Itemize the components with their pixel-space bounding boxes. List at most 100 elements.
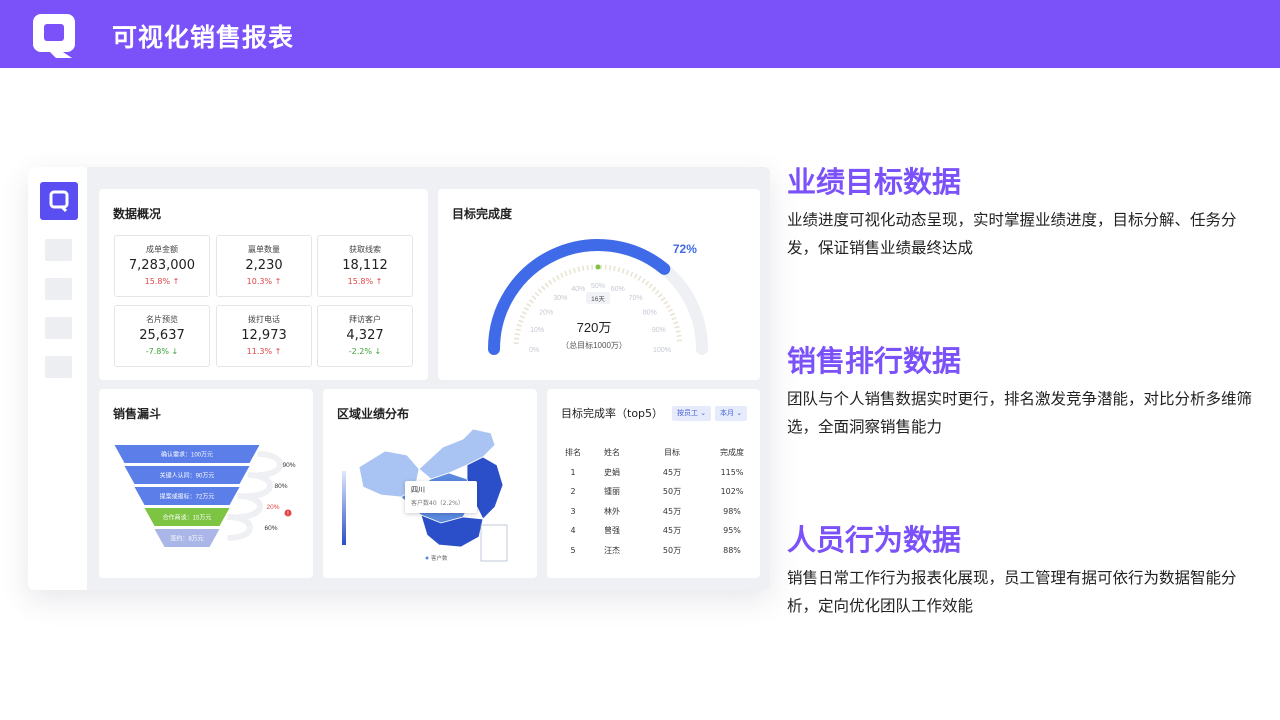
table-cell: 50万 (662, 487, 682, 497)
overview-title: 数据概况 (113, 207, 162, 221)
kpi-value: 25,637 (139, 328, 185, 343)
map-tooltip-title: 四川 (411, 486, 425, 494)
gauge-tick-label: 100% (653, 347, 671, 354)
kpi-label: 拨打电话 (248, 315, 280, 324)
kpi-label: 获取线索 (349, 245, 381, 254)
funnel-stage-label: 签约：8万元 (170, 535, 203, 543)
funnel-rate: 60% (264, 525, 277, 532)
kpi-box[interactable]: 获取线索 18,112 15.8% ↑ (317, 235, 413, 297)
table-cell: 115% (720, 467, 744, 477)
gauge-target: （总目标1000万） (561, 340, 627, 350)
dashboard-logo-icon (40, 182, 78, 220)
gauge-days: 16天 (591, 295, 605, 303)
ranking-title: 目标完成率（top5） (561, 407, 664, 420)
map-tooltip-text: 客户数40（2.2%） (411, 500, 464, 507)
table-cell: 汪杰 (604, 545, 620, 555)
feature-section: 人员行为数据销售日常工作行为报表化展现，员工管理有据可依行为数据智能分析，定向优… (787, 522, 1257, 620)
funnel-connector (247, 472, 273, 499)
filter-employee-dropdown[interactable]: 按员工 ⌄ (672, 406, 712, 421)
arrow-up-icon: ↑ (274, 347, 282, 356)
gauge-tick-label: 40% (571, 286, 585, 293)
gauge-chart: 0% 10% 20%30% 40% 50% 60% 70%80% 90% 100% 72% 16天 7… (488, 239, 708, 355)
table-cell: 3 (570, 506, 576, 516)
feature-title: 销售排行数据 (787, 344, 962, 378)
gauge-tick-label: 50% (591, 283, 605, 290)
feature-section: 业绩目标数据 业绩进度可视化动态呈现，实时掌握业绩进度，目标分解、任务分发，保证销… (787, 164, 1257, 262)
gauge-tick-label: 0% (529, 347, 539, 354)
table-cell: 曾强 (604, 526, 620, 536)
kpi-box[interactable]: 赢单数量 2,230 10.3% ↑ (216, 235, 312, 297)
table-cell: 5 (570, 545, 576, 555)
table-cell: 史娟 (604, 467, 620, 477)
kpi-box[interactable]: 拨打电话 12,973 11.3% ↑ (216, 305, 312, 367)
gauge-card: 目标完成度 0% 10% 20% 30% 40% 50% 60% 70% 80% 90% 100% 7… (438, 189, 760, 380)
sidebar-item[interactable] (45, 356, 72, 378)
kpi-value: 4,327 (346, 328, 384, 343)
app-logo-icon (33, 14, 75, 58)
app-title: 可视化销售报表 (112, 23, 295, 52)
table-cell: 45万 (662, 467, 682, 477)
table-header: 排名 姓名 目标 完成度 (560, 443, 758, 463)
ranking-card: 目标完成率（top5） 按员工 ⌄ 本月 ⌄ 排名 姓名 目标 完成度 1 史娟 45万 11… (547, 389, 760, 578)
table-cell: 45万 (662, 526, 682, 536)
arrow-up-icon: ↑ (375, 277, 383, 286)
table-cell: 98% (723, 506, 741, 516)
kpi-box[interactable]: 名片预览 25,637 -7.8% ↓ (114, 305, 210, 367)
funnel-rate: 20% (266, 504, 279, 511)
kpi-box[interactable]: 成单金额 7,283,000 15.8% ↑ (114, 235, 210, 297)
kpi-label: 成单金额 (146, 245, 178, 254)
gauge-marker (595, 264, 601, 270)
feature-description: 团队与个人销售数据实时更行，排名激发竞争潜能，对比分析多维筛选，全面洞察销售能力 (787, 390, 1253, 436)
kpi-change: -2.2% ↓ (348, 347, 382, 356)
filter-period-dropdown[interactable]: 本月 ⌄ (715, 406, 748, 421)
funnel-rate: 90% (282, 462, 295, 469)
table-cell: 95% (723, 526, 741, 536)
funnel-stage-label: 关键人认同：90万元 (160, 472, 215, 480)
overview-card: 数据概况 成单金额 7,283,000 15.8% ↑ 赢单数量 2,230 10.3% … (99, 189, 428, 380)
feature-description: 销售日常工作行为报表化展现，员工管理有据可依行为数据智能分析，定向优化团队工作效… (787, 569, 1237, 615)
top-bar: 可视化销售报表 (0, 0, 1280, 68)
kpi-change: -7.8% ↓ (145, 347, 179, 356)
gauge-tick-label: 70% (629, 295, 643, 302)
feature-title: 业绩目标数据 (787, 165, 962, 199)
dashboard-sidebar (28, 167, 87, 590)
gauge-tick-label: 10% (530, 327, 544, 334)
funnel-stage-label: 提案或报标：72万元 (160, 493, 215, 501)
sidebar-item[interactable] (45, 317, 72, 339)
kpi-label: 拜访客户 (349, 315, 381, 324)
table-row[interactable]: 1 史娟 45万 115% (560, 463, 758, 483)
arrow-down-icon: ↓ (374, 347, 382, 356)
table-cell: 45万 (662, 506, 682, 516)
map-inset-box (480, 524, 508, 562)
table-cell: 88% (723, 545, 741, 555)
kpi-box[interactable]: 拜访客户 4,327 -2.2% ↓ (317, 305, 413, 367)
map-legend-bar (342, 471, 346, 545)
kpi-change: 15.8% ↑ (347, 277, 383, 286)
kpi-change: 11.3% ↑ (246, 347, 282, 356)
gauge-amount: 720万 (577, 320, 612, 335)
table-row[interactable]: 4 曾强 45万 95% (560, 521, 758, 541)
map-legend-label: 客户数 (431, 554, 448, 562)
arrow-up-icon: ↑ (274, 277, 282, 286)
funnel-connector (257, 451, 283, 478)
funnel-connector (237, 493, 263, 520)
gauge-tick-label: 60% (611, 286, 625, 293)
table-cell: 50万 (662, 545, 682, 555)
table-cell: 102% (720, 487, 744, 497)
dashboard-preview: 数据概况 成单金额 7,283,000 15.8% ↑ 赢单数量 2,230 10.3% … (28, 167, 770, 590)
kpi-change: 10.3% ↑ (246, 277, 282, 286)
table-row[interactable]: 3 林外 45万 98% (560, 502, 758, 522)
feature-title: 人员行为数据 (787, 523, 962, 557)
sidebar-item[interactable] (45, 239, 72, 261)
funnel-card: 销售漏斗 确认需求：100万元 关键人认同：90万元 提案或报标：72万元 合作商谈：… (99, 389, 313, 578)
kpi-change: 15.8% ↑ (144, 277, 180, 286)
kpi-value: 7,283,000 (128, 258, 196, 273)
map-region-south (420, 514, 484, 548)
kpi-value: 2,230 (245, 258, 283, 273)
kpi-value: 18,112 (342, 258, 388, 273)
sidebar-item[interactable] (45, 278, 72, 300)
table-cell: 2 (570, 487, 576, 497)
table-row[interactable]: 5 汪杰 50万 88% (560, 541, 758, 561)
table-row[interactable]: 2 锺丽 50万 102% (560, 482, 758, 502)
arrow-down-icon: ↓ (171, 347, 179, 356)
